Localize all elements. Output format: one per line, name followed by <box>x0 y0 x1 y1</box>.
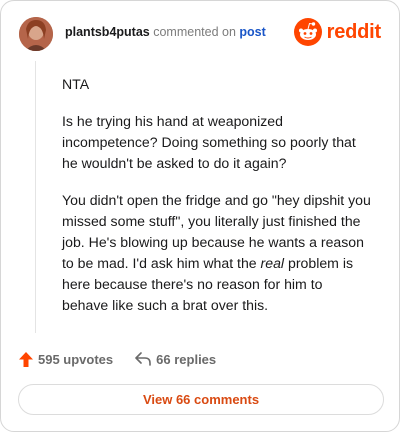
reply-arrow-icon <box>135 352 151 366</box>
reddit-wordmark: reddit <box>326 20 382 43</box>
comment-paragraph: You didn't open the fridge and go "hey d… <box>62 190 372 316</box>
upvote-arrow-icon <box>19 351 33 367</box>
comment-paragraph: NTA <box>62 76 90 92</box>
upvote-count: 595 upvotes <box>38 351 114 367</box>
reply-button[interactable]: 66 replies <box>135 352 216 367</box>
emphasized-text: real <box>260 255 285 271</box>
thread-line <box>35 61 36 333</box>
comment-header: plantsb4putas commented on post reddit <box>17 15 383 55</box>
comment-paragraph: Is he trying his hand at weaponized inco… <box>62 113 356 171</box>
post-link[interactable]: post <box>239 25 265 39</box>
reddit-logo[interactable]: reddit <box>293 17 382 47</box>
view-comments-button[interactable]: View 66 comments <box>18 384 384 415</box>
upvote-button[interactable]: 595 upvotes <box>19 351 114 367</box>
comment-meta: plantsb4putas commented on post <box>65 25 266 39</box>
reply-count: 66 replies <box>156 351 217 367</box>
user-avatar[interactable] <box>19 17 53 51</box>
username-link[interactable]: plantsb4putas <box>65 25 150 39</box>
reddit-snoo-icon <box>293 18 322 46</box>
comment-body: NTA Is he trying his hand at weaponized … <box>62 74 372 332</box>
commented-on-label: commented on <box>153 25 236 39</box>
avatar-image <box>19 17 53 51</box>
comment-card: plantsb4putas commented on post reddit N… <box>0 0 400 432</box>
comment-actions: 595 upvotes 66 replies <box>19 349 216 369</box>
